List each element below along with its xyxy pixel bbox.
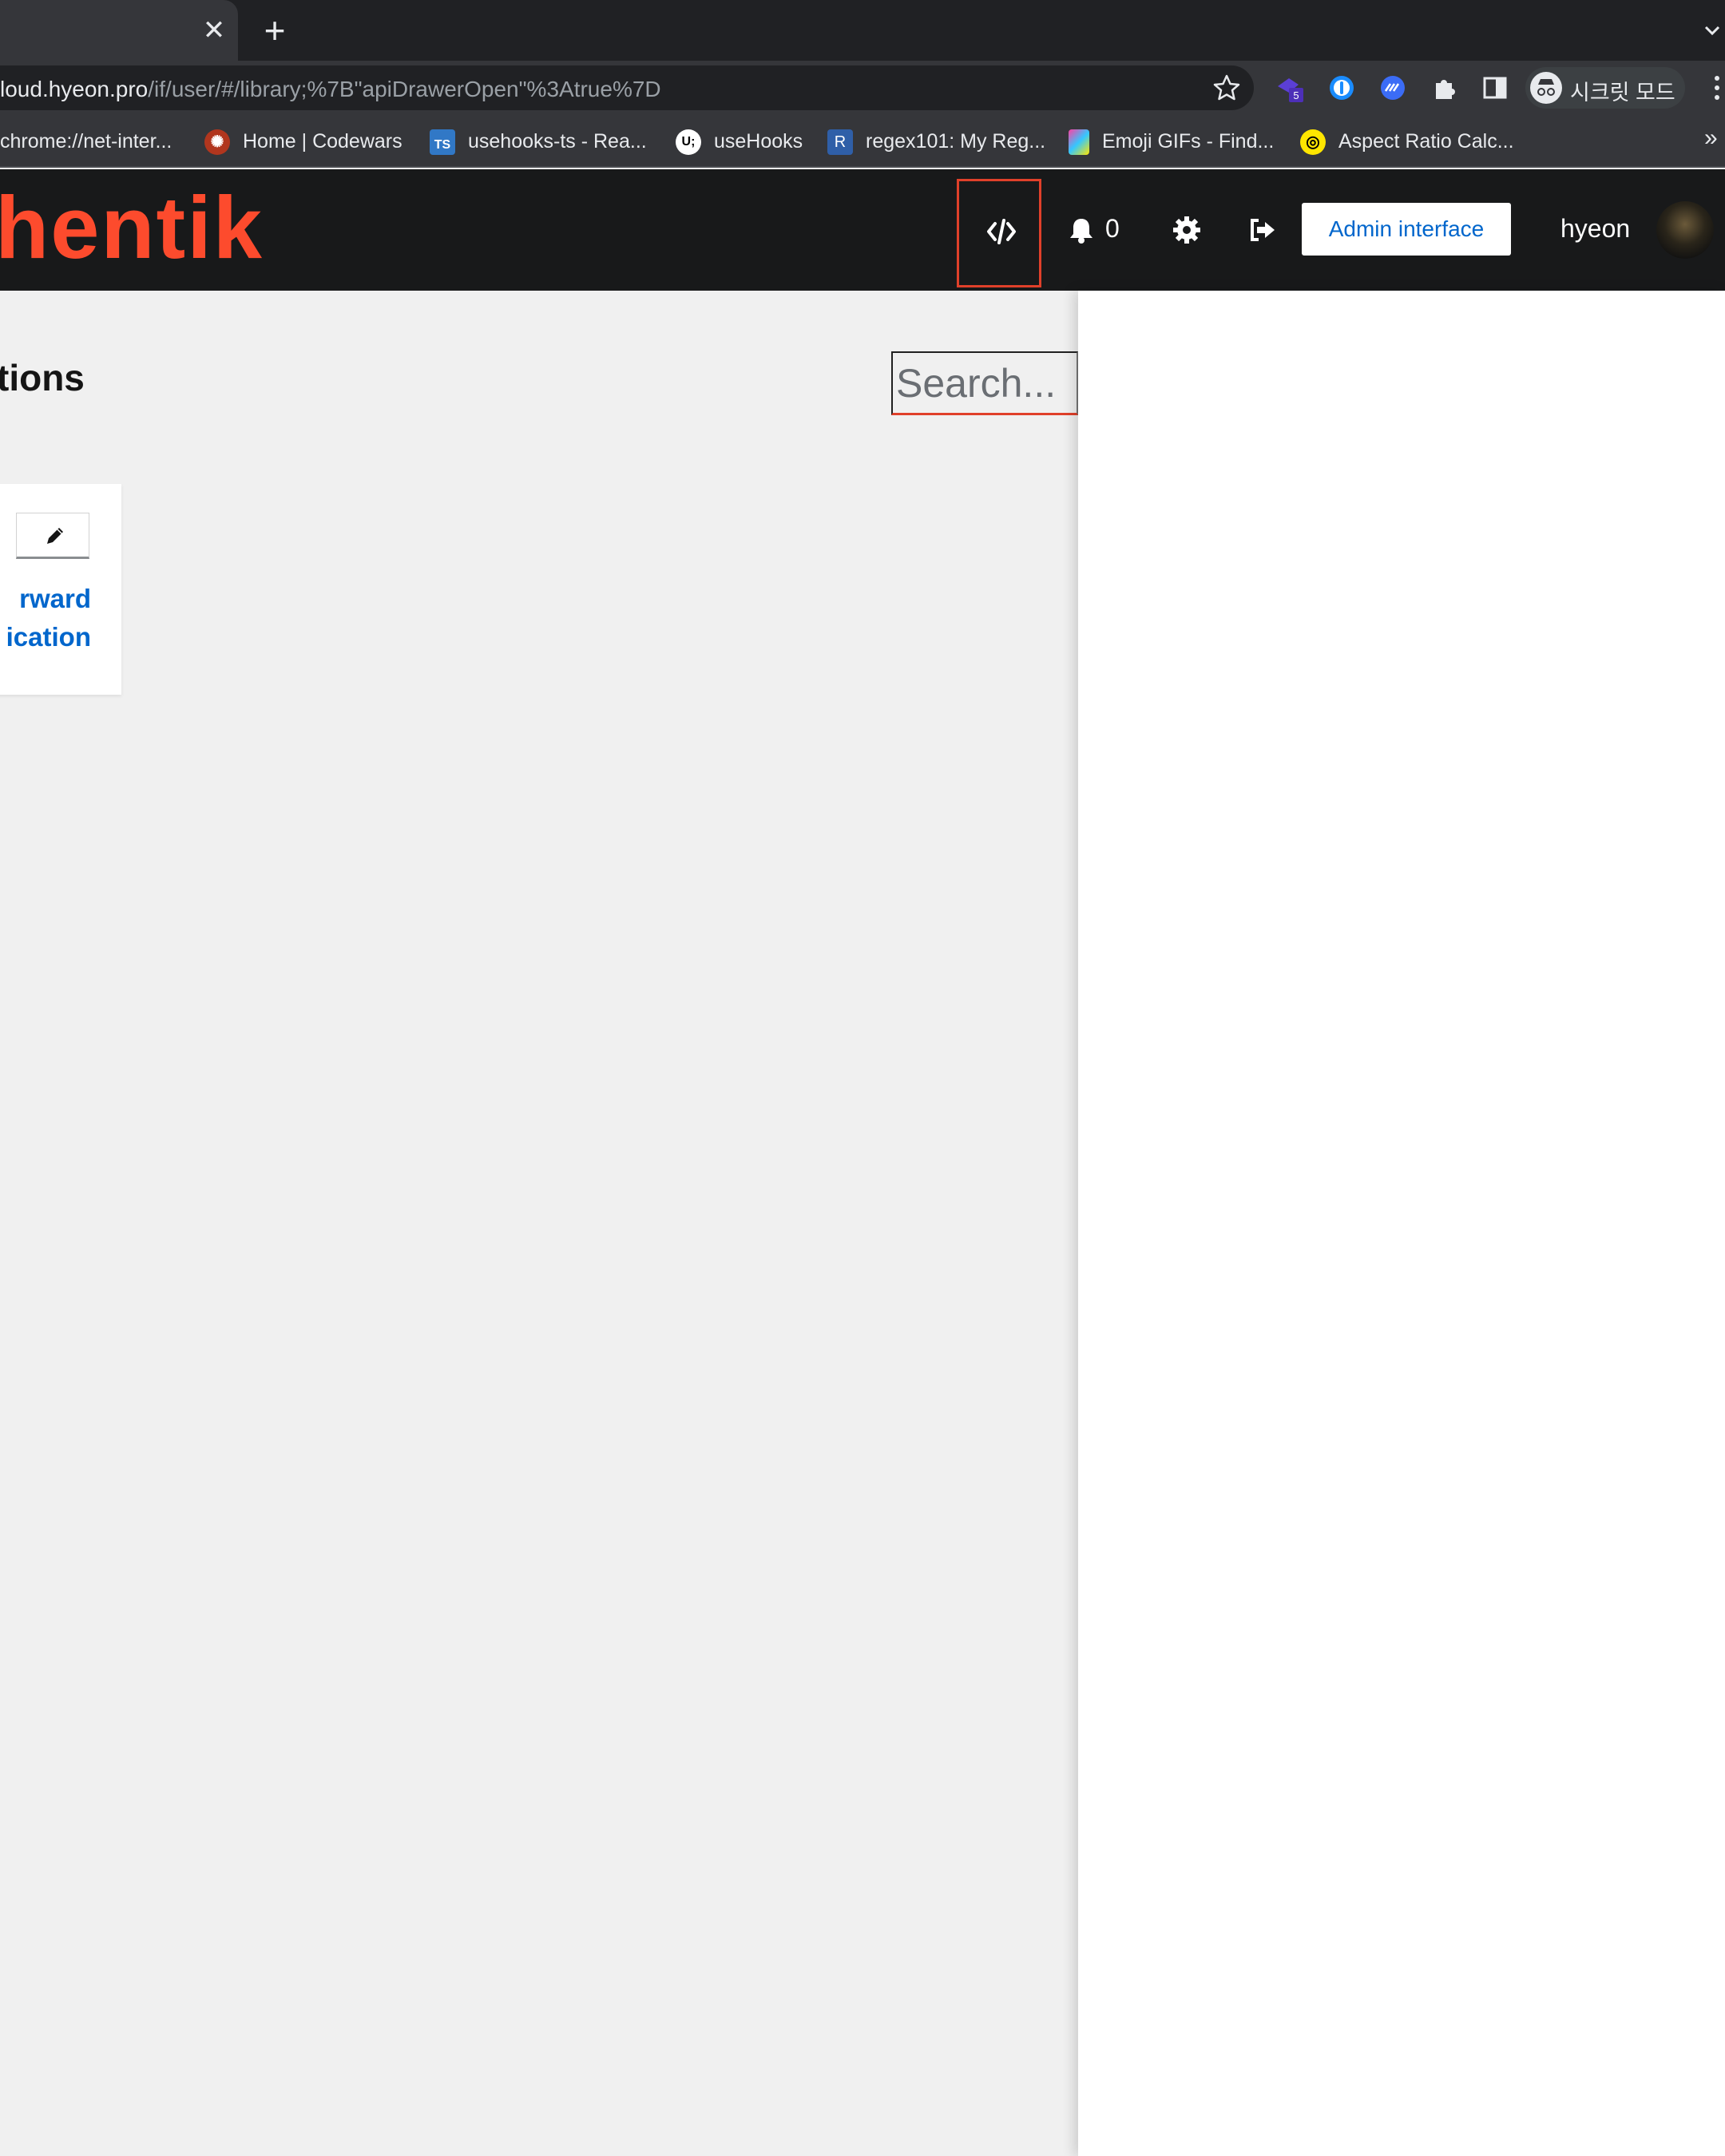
extension-purple-icon[interactable]: 5 <box>1275 73 1303 102</box>
side-panel-icon[interactable] <box>1481 73 1509 102</box>
bookmark-label: Aspect Ratio Calc... <box>1338 130 1514 153</box>
browser-tab[interactable]: ✕ <box>0 0 238 61</box>
bell-icon[interactable] <box>1067 216 1096 244</box>
usehooks-icon: U; <box>676 129 701 156</box>
logout-icon[interactable] <box>1246 214 1278 246</box>
regex101-icon: R <box>827 129 853 156</box>
aspect-ratio-icon: ◎ <box>1300 129 1326 156</box>
extension-blue-icon[interactable] <box>1378 73 1407 102</box>
application-name-line: ication <box>6 622 91 652</box>
extensions-puzzle-icon[interactable] <box>1430 73 1458 102</box>
edit-button[interactable] <box>16 513 89 559</box>
incognito-indicator[interactable]: 시크릿 모드 <box>1525 67 1685 109</box>
more-bookmarks-chevron[interactable]: » <box>1704 125 1718 152</box>
application-name-link[interactable]: rward ication <box>0 580 91 656</box>
browser-menu-icon[interactable] <box>1709 73 1725 102</box>
bookmark-item[interactable]: U; useHooks <box>676 128 803 156</box>
incognito-icon <box>1530 72 1562 104</box>
brand-logo[interactable]: hentik <box>0 177 264 279</box>
api-drawer-panel <box>1078 291 1725 2156</box>
codewars-icon: ✺ <box>204 129 230 156</box>
application-name-line: rward <box>19 584 91 613</box>
extension-badge: 5 <box>1293 89 1299 101</box>
onepassword-icon[interactable] <box>1327 73 1356 102</box>
url-host: loud.hyeon.pro <box>0 77 149 101</box>
code-icon <box>987 219 1016 244</box>
bookmark-label: useHooks <box>714 130 803 153</box>
tab-search-chevron-icon[interactable] <box>1701 19 1723 42</box>
bookmark-item[interactable]: ◎ Aspect Ratio Calc... <box>1300 128 1514 156</box>
library-content <box>0 291 1078 2156</box>
bookmark-item[interactable]: Rregex101: My Reg... <box>827 128 1046 156</box>
admin-interface-button[interactable]: Admin interface <box>1302 203 1511 256</box>
bookmark-item[interactable]: TS usehooks-ts - Rea... <box>430 128 647 156</box>
page-title: tions <box>0 357 85 398</box>
avatar[interactable] <box>1656 201 1714 259</box>
username: hyeon <box>1560 214 1631 243</box>
bookmark-label: Home | Codewars <box>243 130 402 153</box>
search-input[interactable] <box>891 351 1078 415</box>
notification-count: 0 <box>1105 214 1120 243</box>
new-tab-button[interactable]: + <box>259 12 291 49</box>
gear-icon[interactable] <box>1171 214 1203 246</box>
url-path: /if/user/#/library;%7B"apiDrawerOpen"%3A… <box>148 77 661 101</box>
bookmark-label: chrome://net-inter... <box>0 130 172 153</box>
bookmark-label: regex101: My Reg... <box>866 130 1046 153</box>
url-text[interactable]: loud.hyeon.pro/if/user/#/library;%7B"api… <box>0 77 661 102</box>
pencil-icon <box>47 528 63 544</box>
bookmark-item[interactable]: chrome://net-inter... <box>0 128 172 155</box>
bookmark-item[interactable]: Emoji GIFs - Find... <box>1069 128 1275 156</box>
emoji-gifs-icon <box>1069 129 1089 156</box>
bookmark-star-icon[interactable] <box>1211 72 1243 104</box>
incognito-label: 시크릿 모드 <box>1570 81 1675 105</box>
bookmark-label: Emoji GIFs - Find... <box>1102 130 1275 153</box>
typescript-icon: TS <box>430 129 455 156</box>
bookmark-item[interactable]: ✺ Home | Codewars <box>204 128 402 156</box>
browser-tab-strip: ✕ + <box>0 0 1725 61</box>
tab-close-icon[interactable]: ✕ <box>200 16 228 45</box>
bookmark-label: usehooks-ts - Rea... <box>468 130 647 153</box>
